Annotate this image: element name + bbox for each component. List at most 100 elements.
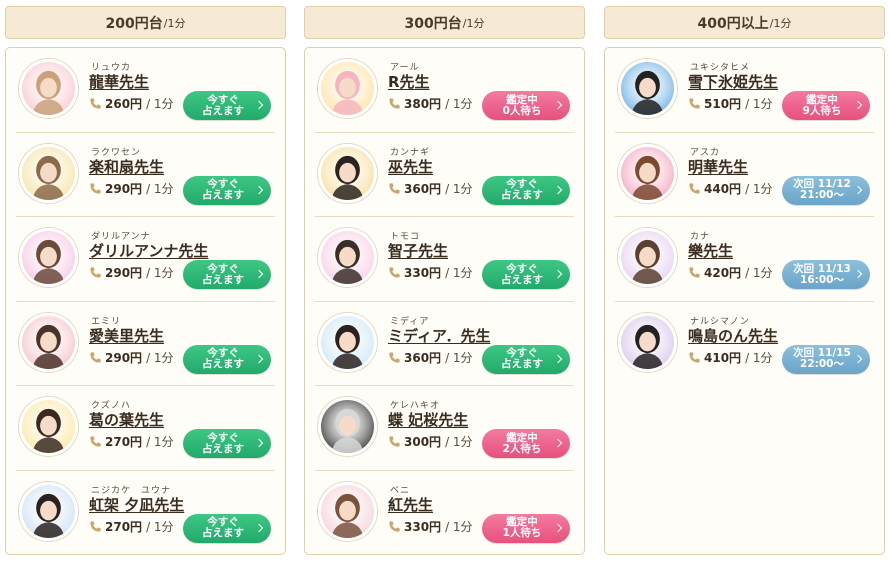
status-line-2: 9人待ち	[802, 104, 842, 117]
consult-now-button[interactable]: 今すぐ 占えます	[482, 260, 570, 289]
column-header: 300円台/1分	[304, 6, 585, 39]
fortuneteller-avatar[interactable]	[618, 143, 677, 203]
fortuneteller-name-link[interactable]: 智子先生	[388, 240, 448, 261]
fortuneteller-avatar[interactable]	[318, 481, 377, 541]
phone-icon	[90, 98, 101, 109]
phone-icon	[389, 351, 400, 363]
consult-now-button[interactable]: 今すぐ 占えます	[183, 260, 271, 289]
fortuneteller-name-link[interactable]: 雪下氷姫先生	[688, 71, 778, 92]
fortuneteller-row: カナ 樂先生 420円/ 1分 次回 11/13 16:00〜	[615, 217, 874, 302]
fortuneteller-avatar[interactable]	[19, 312, 78, 372]
price-info: 270円/ 1分	[89, 518, 174, 535]
phone-icon	[389, 98, 400, 109]
fortuneteller-name-link[interactable]: R先生	[388, 71, 430, 92]
per-minute-unit: / 1分	[445, 350, 473, 365]
fortuneteller-avatar[interactable]	[318, 312, 377, 372]
price-info: 440円/ 1分	[688, 180, 773, 197]
per-minute-unit: / 1分	[445, 266, 473, 280]
price-column-0: 200円台/1分 リュウカ 龍華先生 260円/ 1分 今すぐ 占えます ラクワセン 楽和扇先…	[5, 6, 286, 555]
fortuneteller-avatar[interactable]	[318, 228, 377, 287]
fortuneteller-name-link[interactable]: 愛美里先生	[89, 325, 164, 346]
status-line-1: 今すぐ	[207, 262, 239, 275]
fortuneteller-avatar[interactable]	[19, 59, 78, 118]
consult-now-button[interactable]: 今すぐ 占えます	[482, 175, 570, 205]
fortuneteller-row: クズノハ 葛の葉先生 270円/ 1分 今すぐ 占えます	[16, 386, 275, 471]
phone-icon	[389, 182, 400, 194]
fortuneteller-avatar[interactable]	[618, 228, 677, 287]
fortuneteller-name-link[interactable]: 龍華先生	[89, 71, 149, 92]
status-line-1: 次回 11/13	[793, 262, 851, 275]
fortuneteller-avatar[interactable]	[318, 59, 377, 118]
fortuneteller-avatar[interactable]	[19, 228, 78, 287]
per-minute-unit: / 1分	[146, 266, 174, 280]
price-value: 290円	[105, 350, 143, 365]
price-value: 270円	[105, 435, 143, 449]
fortuneteller-name-link[interactable]: 楽和扇先生	[89, 156, 164, 177]
consult-now-button[interactable]: 今すぐ 占えます	[482, 344, 570, 374]
fortuneteller-avatar[interactable]	[318, 143, 377, 203]
fortuneteller-row: ユキシタヒメ 雪下氷姫先生 510円/ 1分 鑑定中 9人待ち	[615, 48, 874, 133]
fortuneteller-name-link[interactable]: 鳴島のん先生	[688, 325, 778, 346]
phone-icon	[689, 98, 700, 109]
column-header: 400円以上/1分	[604, 6, 885, 39]
per-minute-unit: / 1分	[745, 97, 773, 111]
phone-icon	[90, 182, 101, 194]
waiting-queue-button[interactable]: 鑑定中 1人待ち	[482, 513, 570, 543]
per-minute-unit: / 1分	[745, 181, 773, 196]
fortuneteller-avatar[interactable]	[19, 397, 78, 456]
status-line-2: 占えます	[202, 358, 244, 370]
fortuneteller-list: ユキシタヒメ 雪下氷姫先生 510円/ 1分 鑑定中 9人待ち アスカ 明華先生 440円 / …	[604, 47, 885, 555]
fortuneteller-row: アスカ 明華先生 440円/ 1分 次回 11/12 21:00〜	[615, 133, 874, 217]
per-minute-label: /1分	[462, 16, 485, 30]
price-info: 420円/ 1分	[688, 264, 773, 281]
price-value: 420円	[704, 266, 742, 280]
per-minute-unit: / 1分	[445, 181, 473, 196]
fortuneteller-row: リュウカ 龍華先生 260円/ 1分 今すぐ 占えます	[16, 48, 275, 133]
status-line-1: 鑑定中	[806, 93, 838, 106]
fortuneteller-name-link[interactable]: ミディア．先生	[388, 325, 490, 346]
fortuneteller-avatar[interactable]	[19, 481, 78, 541]
price-value: 330円	[404, 519, 442, 534]
next-schedule-button[interactable]: 次回 11/15 22:00〜	[782, 344, 870, 374]
fortuneteller-name-link[interactable]: 蝶 妃桜先生	[388, 409, 468, 430]
waiting-queue-button[interactable]: 鑑定中 0人待ち	[482, 91, 570, 120]
consult-now-button[interactable]: 今すぐ 占えます	[183, 344, 271, 374]
fortuneteller-row: ケレハキオ蝶 妃桜先生 300円/ 1分 鑑定中 2人待ち	[315, 386, 574, 471]
fortuneteller-avatar[interactable]	[19, 143, 78, 203]
phone-icon	[389, 436, 400, 447]
consult-now-button[interactable]: 今すぐ 占えます	[183, 91, 271, 120]
fortuneteller-name-link[interactable]: ダリルアンナ先生	[89, 240, 208, 261]
price-info: 290円/ 1分	[89, 180, 174, 197]
waiting-queue-button[interactable]: 鑑定中 9人待ち	[782, 91, 870, 120]
fortuneteller-avatar[interactable]	[618, 59, 677, 118]
price-value: 360円	[404, 181, 442, 196]
fortuneteller-row: トモコ 智子先生 330円/ 1分 今すぐ 占えます	[315, 217, 574, 302]
fortuneteller-name-link[interactable]: 巫先生	[388, 156, 433, 177]
price-value: 330円	[404, 266, 442, 280]
fortuneteller-avatar[interactable]	[318, 397, 377, 456]
waiting-queue-button[interactable]: 鑑定中 2人待ち	[482, 429, 570, 458]
status-line-1: 鑑定中	[506, 93, 538, 106]
phone-icon	[689, 182, 700, 194]
per-minute-label: /1分	[769, 16, 792, 30]
phone-icon	[90, 351, 101, 363]
fortuneteller-avatar[interactable]	[618, 312, 677, 372]
fortuneteller-name-link[interactable]: 紅先生	[388, 494, 433, 515]
consult-now-button[interactable]: 今すぐ 占えます	[183, 429, 271, 458]
fortuneteller-name-link[interactable]: 虹架 夕凪先生	[89, 494, 184, 515]
per-minute-unit: / 1分	[146, 519, 174, 534]
next-schedule-button[interactable]: 次回 11/12 21:00〜	[782, 175, 870, 205]
fortuneteller-name-link[interactable]: 葛の葉先生	[89, 409, 164, 430]
fortuneteller-name-link[interactable]: 明華先生	[688, 156, 748, 177]
phone-icon	[90, 520, 101, 532]
status-line-2: 占えます	[202, 104, 244, 117]
price-column-1: 300円台/1分 アール R先生 380円/ 1分 鑑定中 0人待ち カンナギ 巫先生 360円…	[304, 6, 585, 555]
next-schedule-button[interactable]: 次回 11/13 16:00〜	[782, 260, 870, 289]
price-range-label: 400円以上	[697, 15, 769, 32]
fortuneteller-name-link[interactable]: 樂先生	[688, 240, 733, 261]
phone-icon	[389, 267, 400, 278]
price-info: 290円/ 1分	[89, 349, 174, 366]
consult-now-button[interactable]: 今すぐ 占えます	[183, 513, 271, 543]
consult-now-button[interactable]: 今すぐ 占えます	[183, 175, 271, 205]
status-line-2: 21:00〜	[800, 189, 844, 201]
